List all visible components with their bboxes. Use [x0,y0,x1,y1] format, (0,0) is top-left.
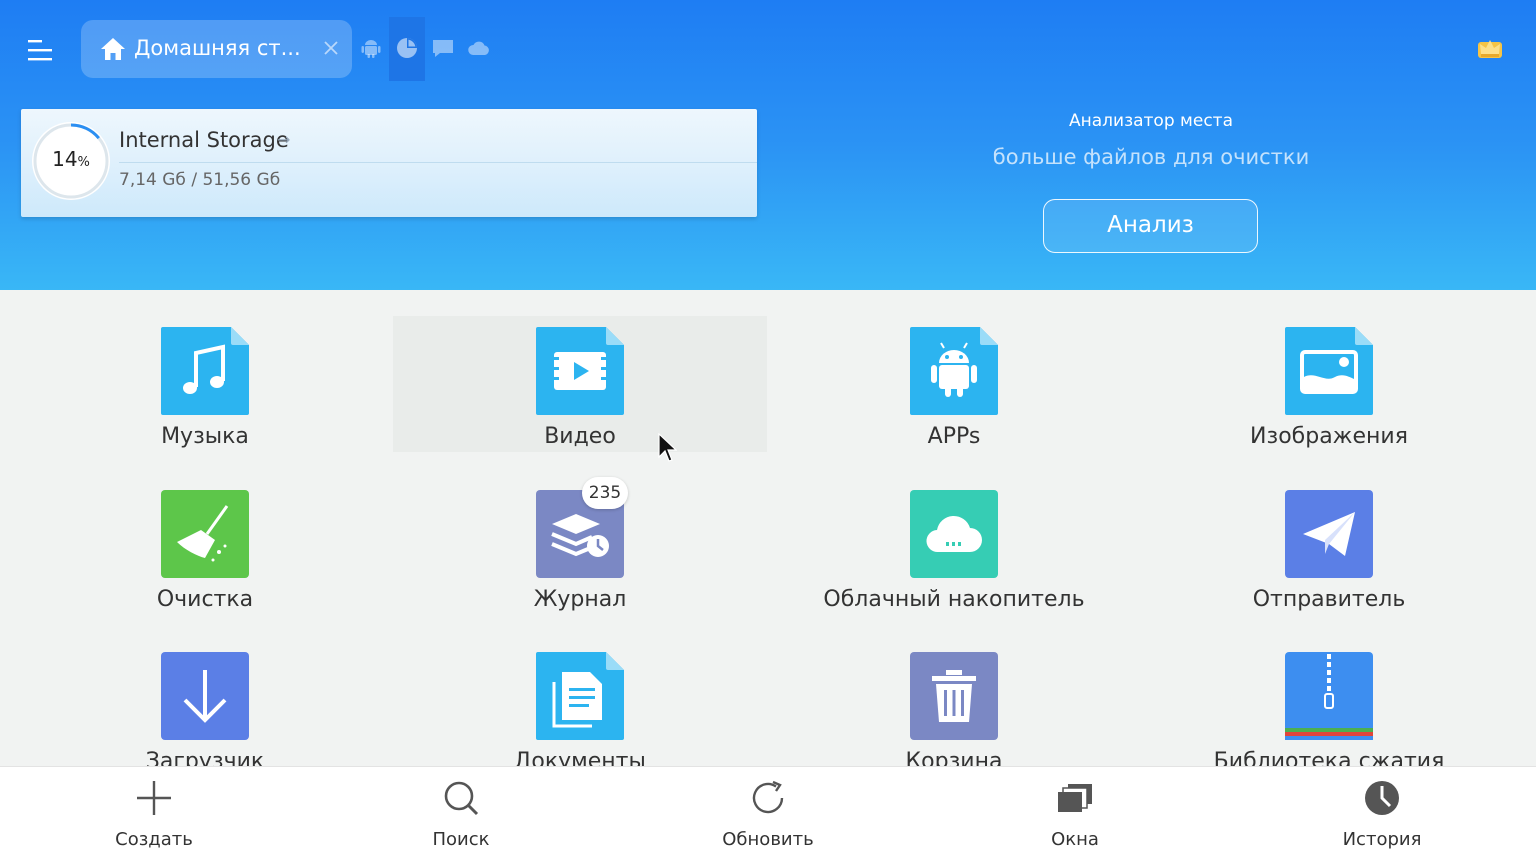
cloud-storage-icon [910,490,998,578]
category-label: Загрузчик [145,749,265,766]
windows-label: Окна [1051,829,1099,850]
history-button[interactable]: История [1282,767,1482,865]
category-sender[interactable]: Отправитель [1142,453,1516,612]
category-images[interactable]: Изображения [1142,290,1516,449]
search-icon [444,781,479,816]
close-tab-icon[interactable] [322,39,340,57]
screen-icon[interactable] [431,36,455,60]
tab-title: Домашняя ст... [134,36,301,60]
windows-icon [1058,784,1092,812]
storage-title: Internal Storage [119,128,289,152]
category-label: Изображения [1250,424,1408,449]
bottom-toolbar: Создать Поиск Обновить Окна История [0,766,1536,865]
arrow-right-icon: → [277,130,291,149]
music-icon [161,327,249,415]
android-icon [910,327,998,415]
category-label: Библиотека сжатия [1213,749,1445,766]
create-label: Создать [115,829,193,850]
history-icon [1365,781,1399,815]
download-icon [161,652,249,740]
refresh-icon [752,780,784,814]
cloud-icon[interactable] [467,36,491,60]
category-label: Очистка [156,587,254,612]
category-cleaner[interactable]: Очистка [18,453,392,612]
category-label: Музыка [161,424,249,449]
sender-icon [1285,490,1373,578]
search-label: Поиск [432,829,490,850]
category-log[interactable]: Журнал [393,453,767,612]
category-label: Облачный накопитель [823,587,1085,612]
category-label: APPs [927,424,981,449]
category-label: Отправитель [1252,587,1406,612]
analyze-button[interactable]: Анализ [1043,199,1258,253]
internal-storage-card[interactable]: 14% Internal Storage → 7,14 Gб / 51,56 G… [21,109,757,217]
storage-size: 7,14 Gб / 51,56 Gб [119,170,281,190]
plus-icon [137,781,171,815]
category-label: Документы [514,749,646,766]
broom-icon [161,490,249,578]
category-apps[interactable]: APPs [767,290,1141,449]
android-icon[interactable] [359,36,383,60]
home-icon [101,38,125,60]
card-divider [119,162,757,163]
analyzer-title: Анализатор места [1069,111,1233,131]
history-label: История [1342,829,1422,850]
tab-home[interactable]: Домашняя ст... [81,20,352,78]
storage-percent: 14% [52,147,90,171]
archive-icon [1285,652,1373,740]
search-button[interactable]: Поиск [361,767,561,865]
category-video-content[interactable]: Видео [393,290,767,449]
windows-button[interactable]: Окна [975,767,1175,865]
category-label: Корзина [905,749,1003,766]
analyzer-subtitle: больше файлов для очистки [992,145,1310,169]
video-icon [536,327,624,415]
category-music[interactable]: Музыка [18,290,392,449]
refresh-button[interactable]: Обновить [668,767,868,865]
category-label: Журнал [533,587,627,612]
pie-chart-icon[interactable] [395,36,419,60]
menu-icon[interactable] [24,34,56,66]
category-downloader[interactable]: Загрузчик [18,615,392,766]
crown-icon[interactable] [1475,34,1505,62]
create-button[interactable]: Создать [54,767,254,865]
log-count-badge: 235 [582,477,628,509]
category-label: Видео [544,424,616,449]
category-grid: Музыка Видео APPs Изображения Очистка Жу… [0,290,1536,766]
document-icon [536,652,624,740]
image-icon [1285,327,1373,415]
category-archive[interactable]: Библиотека сжатия [1142,615,1516,766]
refresh-label: Обновить [722,829,814,850]
category-trash[interactable]: Корзина [767,615,1141,766]
header: Домашняя ст... 14% Internal Storage → 7,… [0,0,1536,290]
mouse-cursor-icon [658,433,677,462]
category-documents[interactable]: Документы [393,615,767,766]
category-cloud-storage[interactable]: Облачный накопитель [767,453,1141,612]
trash-icon [910,652,998,740]
